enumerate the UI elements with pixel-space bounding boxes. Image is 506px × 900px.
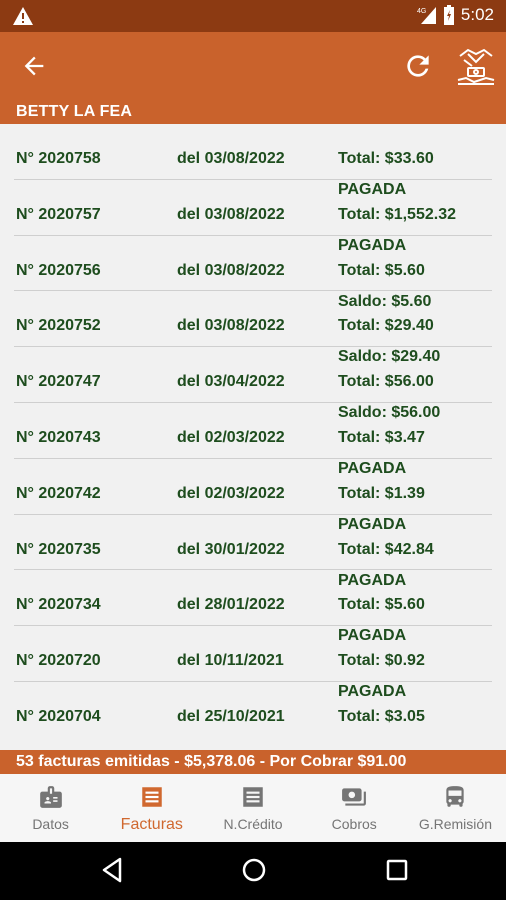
tab-gremision[interactable]: G.Remisión [405,774,506,842]
invoice-list[interactable]: N° 2020758 del 03/08/2022 Total: $33.60 PAG… [0,124,506,748]
client-name: BETTY LA FEA [16,103,133,120]
invoice-date: del 03/08/2022 [177,205,285,223]
invoice-number: N° 2020743 [16,428,101,446]
invoice-row[interactable]: N° 2020752 del 03/08/2022 Total: $29.40 Sal… [14,291,492,365]
tab-label: G.Remisión [418,816,492,832]
invoice-row[interactable]: N° 2020756 del 03/08/2022 Total: $5.60 Sald… [14,236,492,310]
invoice-total: Total: $42.84 [338,540,434,558]
invoice-number: N° 2020756 [16,261,101,279]
clock: 5:02 [460,5,494,24]
invoice-number: N° 2020757 [16,205,101,223]
refresh-icon[interactable] [402,50,434,82]
cash-icon [342,788,367,806]
invoice-number: N° 2020752 [16,317,101,335]
invoice-number: N° 2020758 [16,150,101,167]
invoice-total: Total: $5.60 [338,596,425,614]
invoice-total: Total: $1,552.32 [338,205,456,223]
tab-facturas[interactable]: Facturas [101,774,202,842]
tab-label: Cobros [331,816,377,832]
invoice-date: del 03/08/2022 [177,150,285,167]
invoice-row[interactable]: N° 2020757 del 03/08/2022 Total: $1,552.32… [14,180,492,254]
invoice-number: N° 2020704 [16,707,101,725]
tab-label: N.Crédito [223,816,283,832]
tab-datos[interactable]: Datos [0,774,101,842]
invoice-row[interactable]: N° 2020734 del 28/01/2022 Total: $5.60 PAGA… [14,570,492,644]
invoice-number: N° 2020734 [16,596,101,614]
invoice-date: del 03/08/2022 [177,261,285,279]
invoice-date: del 02/03/2022 [177,484,285,502]
bus-icon [446,786,465,807]
invoice-list-icon [142,787,162,807]
invoice-date: del 03/04/2022 [177,373,285,391]
invoice-date: del 10/11/2021 [177,652,284,670]
invoice-row[interactable]: N° 2020742 del 02/03/2022 Total: $1.39 PAGA… [14,459,492,533]
system-navigation-bar [0,842,506,900]
invoice-row[interactable]: N° 2020743 del 02/03/2022 Total: $3.47 PAGA… [14,403,492,477]
warning-icon [13,7,33,25]
invoice-total: Total: $3.05 [338,707,425,725]
credit-note-icon [243,787,263,807]
invoice-total: Total: $56.00 [338,373,434,391]
tab-label: Datos [32,816,69,832]
home-circle-icon[interactable] [241,857,267,883]
invoice-number: N° 2020735 [16,540,101,558]
invoice-total: Total: $3.47 [338,428,425,446]
invoice-row[interactable]: N° 2020704 del 25/10/2021 Total: $3.05 [14,682,492,738]
invoice-date: del 03/08/2022 [177,317,285,335]
network-label: 4G [417,8,426,15]
back-triangle-icon[interactable] [100,857,124,883]
bottom-navigation: Datos Facturas N.Crédito Cobros G.Remisi… [0,774,506,842]
invoice-total: Total: $5.60 [338,261,425,279]
invoice-total: Total: $29.40 [338,317,434,335]
invoice-total: Total: $1.39 [338,484,425,502]
summary-bar: 53 facturas emitidas - $5,378.06 - Por C… [0,750,506,774]
invoice-number: N° 2020720 [16,652,101,670]
status-bar: 4G 5:02 [0,0,506,32]
tab-cobros[interactable]: Cobros [304,774,405,842]
invoice-number: N° 2020747 [16,373,101,391]
invoice-number: N° 2020742 [16,484,101,502]
handshake-icon[interactable] [456,44,496,88]
signal-icon: 4G [417,7,436,24]
invoice-row[interactable]: N° 2020735 del 30/01/2022 Total: $42.84 PAG… [14,515,492,589]
battery-icon [443,5,454,25]
invoice-row[interactable]: N° 2020758 del 03/08/2022 Total: $33.60 PAG… [14,124,492,198]
tab-ncredito[interactable]: N.Crédito [202,774,303,842]
invoice-date: del 02/03/2022 [177,428,285,446]
invoice-date: del 28/01/2022 [177,596,285,614]
invoice-total: Total: $0.92 [338,652,425,670]
recents-square-icon[interactable] [385,857,409,883]
invoice-row[interactable]: N° 2020720 del 10/11/2021 Total: $0.92 PAGA… [14,626,492,700]
invoice-date: del 30/01/2022 [177,540,285,558]
id-badge-icon [39,786,62,808]
app-bar: BETTY LA FEA [0,32,506,124]
invoice-row[interactable]: N° 2020747 del 03/04/2022 Total: $56.00 Sal… [14,347,492,421]
tab-label: Facturas [120,816,183,833]
back-arrow-icon[interactable] [20,52,48,80]
invoice-total: Total: $33.60 [338,150,434,167]
invoice-date: del 25/10/2021 [177,707,285,725]
